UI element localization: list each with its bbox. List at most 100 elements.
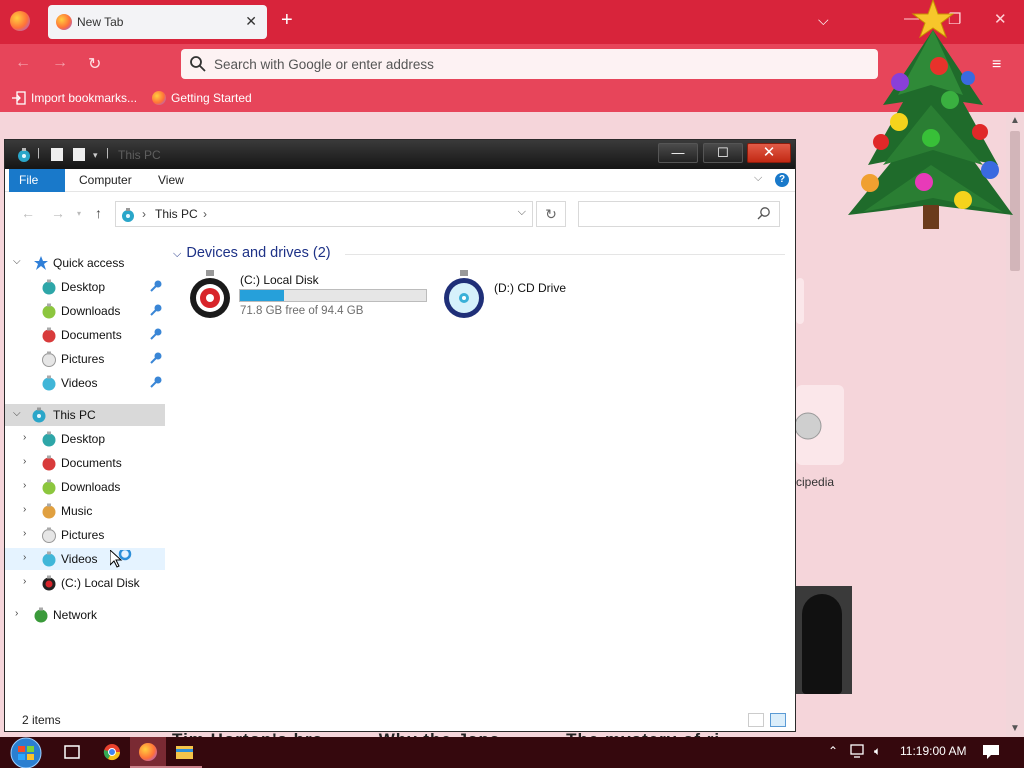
- collapse-group-icon[interactable]: ⌵: [173, 248, 181, 260]
- expand-ribbon-icon[interactable]: ⌵: [754, 172, 762, 185]
- pin-icon[interactable]: [149, 279, 163, 293]
- bookmark-import[interactable]: Import bookmarks...: [12, 91, 137, 105]
- shortcut-tile-wikipedia[interactable]: [796, 385, 844, 465]
- scroll-down-icon[interactable]: ▼: [1010, 723, 1020, 734]
- address-field[interactable]: › This PC › ⌵: [115, 201, 533, 227]
- taskbar-chrome[interactable]: [94, 737, 130, 768]
- expand-chevron-icon[interactable]: ›: [23, 456, 26, 467]
- close-button[interactable]: ✕: [747, 143, 791, 163]
- nav-pc-documents[interactable]: › Documents: [5, 452, 165, 474]
- pin-icon[interactable]: [149, 351, 163, 365]
- tab-computer[interactable]: Computer: [69, 169, 142, 192]
- show-hidden-icons-icon[interactable]: ⌃: [828, 744, 838, 758]
- collapse-chevron-icon[interactable]: ⌵: [13, 256, 21, 267]
- pin-icon[interactable]: [149, 303, 163, 317]
- nav-pc-local-disk[interactable]: › (C:) Local Disk: [5, 572, 165, 594]
- maximize-button[interactable]: ☐: [703, 143, 743, 163]
- nav-pc-music[interactable]: › Music: [5, 500, 165, 522]
- taskbar-firefox[interactable]: [130, 737, 166, 768]
- details-view-icon[interactable]: [748, 713, 764, 727]
- taskbar: ⌃ 🔈︎ 11:19:00 AM: [0, 737, 1024, 768]
- this-pc-icon: [32, 407, 46, 423]
- collapse-chevron-icon[interactable]: ⌵: [13, 408, 21, 419]
- explorer-title-bar[interactable]: | ▾ | This PC — ☐ ✕: [5, 140, 795, 169]
- firefox-logo-icon[interactable]: [10, 11, 30, 31]
- task-view-button[interactable]: [54, 737, 90, 768]
- expand-chevron-icon[interactable]: ›: [15, 608, 18, 619]
- bookmark-getting-started[interactable]: Getting Started: [152, 91, 252, 105]
- pictures-ornament-icon: [42, 527, 56, 543]
- expand-chevron-icon[interactable]: ›: [23, 504, 26, 515]
- pictures-ornament-icon: [42, 351, 56, 367]
- expand-chevron-icon[interactable]: ›: [23, 528, 26, 539]
- drive-d[interactable]: (D:) CD Drive: [443, 270, 566, 323]
- nav-pc-desktop[interactable]: › Desktop: [5, 428, 165, 450]
- pin-icon[interactable]: [149, 375, 163, 389]
- large-icons-view-icon[interactable]: [770, 713, 786, 727]
- action-center-icon[interactable]: [982, 744, 1000, 760]
- window-title: This PC: [118, 148, 161, 162]
- tab-new-tab[interactable]: New Tab ✕: [48, 5, 267, 39]
- volume-icon[interactable]: 🔈︎: [874, 744, 881, 759]
- search-input[interactable]: [578, 201, 780, 227]
- nav-network[interactable]: › Network: [5, 604, 165, 626]
- wikipedia-globe-icon: [796, 412, 822, 440]
- nav-this-pc[interactable]: ⌵ This PC: [5, 404, 165, 426]
- help-icon[interactable]: ?: [775, 173, 789, 187]
- nav-quick-desktop[interactable]: Desktop: [5, 276, 165, 298]
- reload-icon[interactable]: ↻: [88, 54, 101, 74]
- shortcut-tile[interactable]: [796, 278, 804, 324]
- clock[interactable]: 11:19:00 AM: [900, 744, 967, 758]
- customize-qat-icon[interactable]: ▾: [93, 150, 98, 161]
- nav-pc-downloads[interactable]: › Downloads: [5, 476, 165, 498]
- up-arrow-icon[interactable]: ↑: [95, 205, 102, 221]
- nav-quick-documents[interactable]: Documents: [5, 324, 165, 346]
- taskbar-file-explorer[interactable]: [166, 737, 202, 768]
- tab-file[interactable]: File: [9, 169, 65, 192]
- forward-arrow-icon[interactable]: →: [52, 54, 68, 72]
- file-explorer-window: | ▾ | This PC — ☐ ✕ File Computer View ⌵…: [4, 139, 796, 732]
- drive-c[interactable]: (C:) Local Disk 71.8 GB free of 94.4 GB: [189, 270, 427, 323]
- breadcrumb-this-pc[interactable]: This PC: [155, 207, 198, 221]
- nav-quick-access[interactable]: ⌵ Quick access: [5, 252, 165, 274]
- close-tab-icon[interactable]: ✕: [245, 13, 257, 30]
- nav-quick-pictures[interactable]: Pictures: [5, 348, 165, 370]
- address-dropdown-icon[interactable]: ⌵: [518, 206, 526, 219]
- network-icon[interactable]: [850, 744, 868, 760]
- url-bar[interactable]: Search with Google or enter address: [181, 49, 878, 79]
- shortcut-label[interactable]: cipedia: [796, 475, 834, 489]
- expand-chevron-icon[interactable]: ›: [23, 552, 26, 563]
- start-button[interactable]: [6, 737, 48, 768]
- minimize-button[interactable]: —: [658, 143, 698, 163]
- back-arrow-icon[interactable]: ←: [21, 205, 35, 221]
- local-disk-ornament-icon: [42, 575, 56, 591]
- recent-locations-icon[interactable]: ▾: [77, 209, 81, 218]
- tab-view[interactable]: View: [148, 169, 194, 192]
- drive-c-usage-bar: [239, 289, 427, 302]
- nav-quick-videos[interactable]: Videos: [5, 372, 165, 394]
- local-disk-icon: [190, 270, 230, 318]
- nav-pc-pictures[interactable]: › Pictures: [5, 524, 165, 546]
- drive-c-free-space: 71.8 GB free of 94.4 GB: [240, 305, 364, 317]
- properties-icon[interactable]: [51, 148, 63, 161]
- pin-icon[interactable]: [149, 327, 163, 341]
- refresh-button[interactable]: ↻: [536, 201, 566, 227]
- nav-pc-videos[interactable]: › Videos: [5, 548, 165, 570]
- forward-arrow-icon[interactable]: →: [51, 205, 65, 221]
- breadcrumb-separator[interactable]: ›: [203, 207, 207, 221]
- new-tab-button[interactable]: +: [281, 10, 293, 30]
- new-folder-icon[interactable]: [73, 148, 85, 161]
- group-header-devices[interactable]: ⌵ Devices and drives (2): [173, 245, 331, 261]
- breadcrumb-separator[interactable]: ›: [142, 207, 146, 221]
- expand-chevron-icon[interactable]: ›: [23, 432, 26, 443]
- import-icon: [12, 91, 26, 105]
- drive-d-name: (D:) CD Drive: [494, 281, 566, 295]
- this-pc-icon: [122, 208, 134, 222]
- back-arrow-icon[interactable]: ←: [15, 54, 31, 72]
- story-thumbnail[interactable]: [796, 586, 852, 694]
- expand-chevron-icon[interactable]: ›: [23, 576, 26, 587]
- list-all-tabs-icon[interactable]: ⌵: [818, 12, 829, 29]
- task-view-icon: [64, 745, 80, 759]
- expand-chevron-icon[interactable]: ›: [23, 480, 26, 491]
- nav-quick-downloads[interactable]: Downloads: [5, 300, 165, 322]
